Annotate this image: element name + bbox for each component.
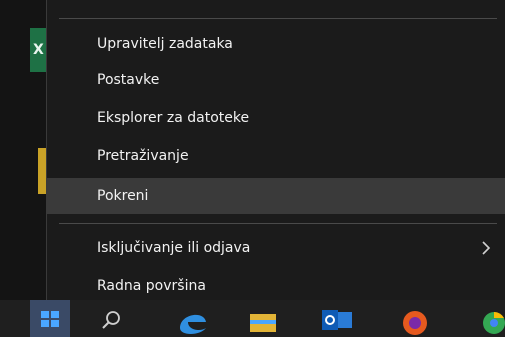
power-user-menu: Upravitelj zadataka Postavke Eksplorer z… xyxy=(46,0,505,318)
menu-item-label: Upravitelj zadataka xyxy=(97,36,233,52)
menu-item-run[interactable]: Pokreni xyxy=(47,178,505,214)
desktop-screen: X Upravitelj zadataka Postavke Eksplorer… xyxy=(0,0,505,337)
chevron-right-icon xyxy=(482,241,491,255)
folder-icon[interactable] xyxy=(38,148,46,194)
desktop-background: X xyxy=(0,0,46,300)
windows-start-icon[interactable] xyxy=(30,300,70,337)
menu-item-desktop[interactable]: Radna površina xyxy=(47,268,505,304)
menu-item-label: Radna površina xyxy=(97,278,206,294)
file-explorer-icon[interactable] xyxy=(248,310,278,334)
firefox-icon[interactable] xyxy=(398,306,432,336)
chrome-icon[interactable] xyxy=(476,306,505,336)
menu-item-settings[interactable]: Postavke xyxy=(47,62,505,98)
excel-icon[interactable]: X xyxy=(30,28,46,72)
edge-icon[interactable] xyxy=(176,306,212,336)
search-icon[interactable] xyxy=(100,308,124,332)
menu-item-shutdown-or-sign-out[interactable]: Isključivanje ili odjava xyxy=(47,230,505,266)
menu-separator xyxy=(59,18,497,19)
excel-glyph: X xyxy=(33,42,44,58)
menu-item-label: Postavke xyxy=(97,72,160,88)
menu-item-search[interactable]: Pretraživanje xyxy=(47,138,505,174)
menu-item-label: Pretraživanje xyxy=(97,148,189,164)
menu-item-label: Isključivanje ili odjava xyxy=(97,240,251,256)
menu-item-task-manager[interactable]: Upravitelj zadataka xyxy=(47,26,505,62)
outlook-icon[interactable] xyxy=(320,308,354,334)
windows-logo xyxy=(41,311,59,327)
menu-item-label: Pokreni xyxy=(97,188,149,204)
menu-separator xyxy=(59,223,497,224)
menu-item-label: Eksplorer za datoteke xyxy=(97,110,250,126)
menu-item-file-explorer[interactable]: Eksplorer za datoteke xyxy=(47,100,505,136)
